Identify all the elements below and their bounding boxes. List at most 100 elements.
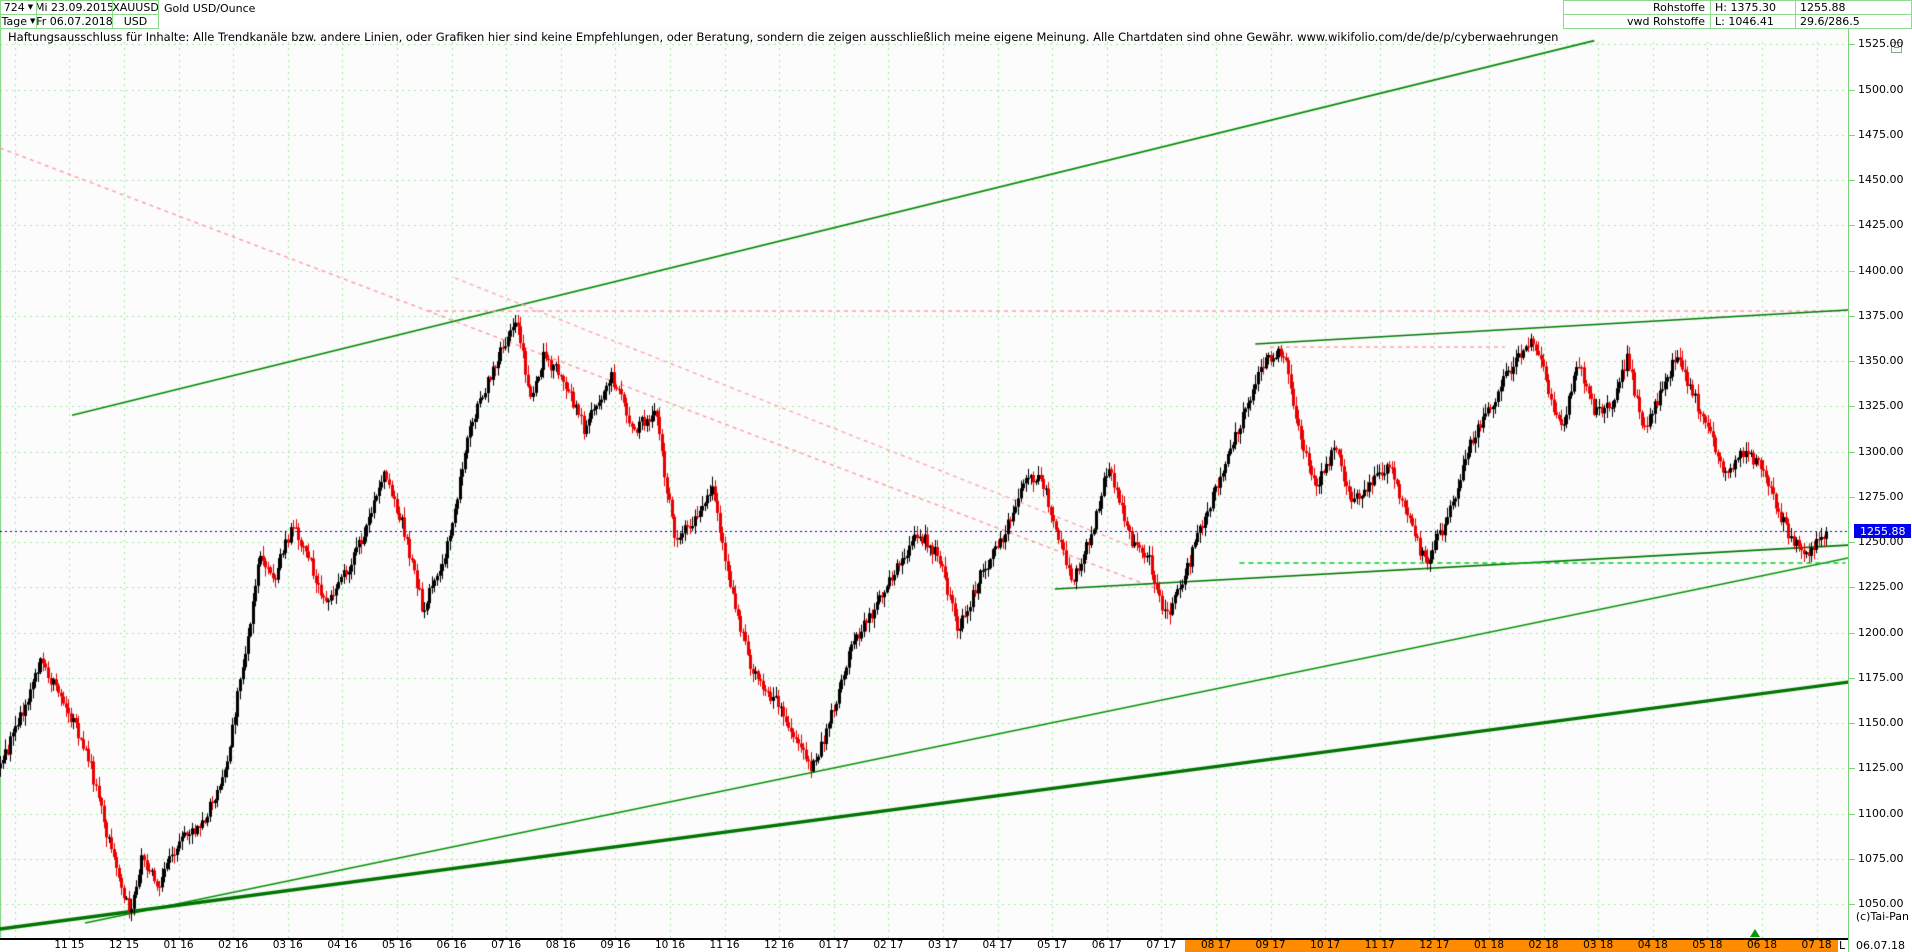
copyright-label: (c)Tai-Pan: [1855, 910, 1909, 923]
time-axis[interactable]: L 06.07.18 11 15 12 15 01 16 02 16 03 16 04 1…: [0, 938, 1912, 952]
y-axis-tick: [1849, 723, 1855, 724]
y-axis-label: 1525.00: [1858, 37, 1904, 51]
x-axis-label: 11 16: [709, 939, 740, 951]
y-axis-tick: [1849, 89, 1855, 91]
y-axis-label: 1125.00: [1858, 761, 1904, 775]
x-axis-label: 08 16: [545, 939, 576, 951]
x-axis-label: 06 17: [1091, 939, 1122, 951]
chart-header: 724 ▼ Mi 23.09.2015 XAUUSD Gold USD/Ounc…: [0, 0, 1912, 29]
y-axis-label: 1350.00: [1858, 354, 1904, 367]
y-axis-tick: [1849, 44, 1855, 46]
x-axis-label: 10 17: [1310, 939, 1341, 951]
range-stat-header: 29.6/286.5: [1795, 14, 1912, 29]
date-to-field[interactable]: Fr 06.07.2018: [36, 14, 113, 29]
x-axis-label: 02 18: [1528, 939, 1559, 951]
x-axis-label: 05 16: [381, 939, 412, 951]
x-axis-label: 11 15: [54, 939, 85, 951]
y-axis-label: 1500.00: [1858, 82, 1904, 96]
x-axis-label: 03 18: [1583, 939, 1614, 951]
candlestick-canvas[interactable]: [0, 28, 1848, 938]
x-axis-label: 10 16: [654, 939, 685, 951]
x-axis-label: 08 17: [1200, 939, 1231, 951]
y-axis-tick: [1849, 180, 1855, 181]
y-axis-label: 1275.00: [1858, 489, 1904, 503]
price-axis[interactable]: − (c)Tai-Pan 1255.88 1525.00 1500.00 1475.…: [1848, 28, 1912, 938]
y-axis-label: 1100.00: [1858, 806, 1904, 820]
y-axis-label: 1450.00: [1858, 173, 1904, 186]
x-axis-label: 04 18: [1637, 939, 1668, 951]
x-axis-label: 12 15: [108, 939, 139, 951]
x-axis-label: 11 17: [1364, 939, 1395, 951]
y-axis-tick: [1849, 768, 1855, 770]
y-axis-label: 1400.00: [1858, 263, 1904, 277]
y-axis-label: 1200.00: [1858, 625, 1904, 639]
x-axis-label: 09 16: [600, 939, 631, 951]
x-axis-label: 06 16: [436, 939, 467, 951]
x-axis-label: 01 18: [1473, 939, 1504, 951]
x-axis-label: 03 17: [927, 939, 958, 951]
y-axis-tick: [1849, 225, 1855, 227]
feed-label: vwd Rohstoffe: [1563, 14, 1711, 29]
y-axis-label: 1175.00: [1858, 670, 1904, 684]
y-axis-tick: [1849, 406, 1855, 408]
x-axis-label: 07 17: [1146, 939, 1177, 951]
chevron-down-icon: ▼: [30, 17, 36, 25]
chevron-down-icon: ▼: [27, 3, 34, 11]
y-axis-tick: [1849, 542, 1855, 543]
y-axis-tick: [1849, 496, 1855, 498]
x-axis-label: 06 18: [1746, 939, 1777, 951]
y-axis-label: 1300.00: [1858, 444, 1904, 458]
x-axis-label: 01 17: [818, 939, 849, 951]
x-axis-label: 07 18: [1801, 939, 1832, 951]
period-high-label: H: 1375.30: [1710, 0, 1796, 15]
x-axis-label: 01 16: [163, 939, 194, 951]
y-axis-label: 1225.00: [1858, 580, 1904, 594]
x-axis-label: 03 16: [272, 939, 303, 951]
y-axis-label: 1475.00: [1858, 127, 1904, 141]
last-session-marker: L: [1839, 939, 1846, 952]
y-axis-label: 1075.00: [1858, 851, 1904, 865]
period-low-label: L: 1046.41: [1710, 14, 1796, 29]
symbol-field[interactable]: XAUUSD: [112, 0, 159, 15]
currency-label: USD: [112, 14, 159, 29]
x-axis-label: 09 17: [1255, 939, 1286, 951]
last-price-tag: 1255.88: [1854, 524, 1911, 539]
x-axis-label: 02 16: [218, 939, 249, 951]
y-axis-tick: [1849, 632, 1855, 634]
y-axis-tick: [1849, 587, 1855, 589]
y-axis-label: 1375.00: [1858, 308, 1904, 322]
x-axis-label: 12 17: [1419, 939, 1450, 951]
session-date-cell: 06.07.18: [1848, 938, 1912, 952]
timeframe-value: Tage: [1, 15, 27, 28]
y-axis-tick: [1849, 858, 1855, 860]
taipan-chart-window: 724 ▼ Mi 23.09.2015 XAUUSD Gold USD/Ounc…: [0, 0, 1912, 952]
group-label: Rohstoffe: [1563, 0, 1711, 15]
session-marker-triangle-icon: [1750, 929, 1760, 937]
disclaimer-text: Haftungsausschluss für Inhalte: Alle Tre…: [8, 30, 1559, 44]
timeframe-dropdown[interactable]: Tage ▼: [0, 14, 37, 29]
y-axis-tick: [1849, 904, 1855, 905]
last-price-header: 1255.88: [1795, 0, 1912, 15]
chart-plot-area[interactable]: Haftungsausschluss für Inhalte: Alle Tre…: [0, 28, 1848, 938]
x-axis-label: 12 16: [764, 939, 795, 951]
instrument-title: Gold USD/Ounce: [160, 0, 400, 16]
bars-count-value: 724: [3, 1, 25, 14]
x-axis-label: 04 16: [327, 939, 358, 951]
y-axis-label: 1325.00: [1858, 399, 1904, 413]
y-axis-tick: [1849, 134, 1855, 136]
bars-count-dropdown[interactable]: 724 ▼: [0, 0, 37, 15]
x-axis-label: 05 18: [1692, 939, 1723, 951]
y-axis-tick: [1849, 677, 1855, 679]
x-axis-label: 04 17: [982, 939, 1013, 951]
x-axis-label: 05 17: [1037, 939, 1068, 951]
y-axis-tick: [1849, 315, 1855, 317]
y-axis-label: 1425.00: [1858, 218, 1904, 232]
y-axis-tick: [1849, 361, 1855, 362]
y-axis-tick: [1849, 270, 1855, 272]
y-axis-tick: [1849, 813, 1855, 815]
y-axis-label: 1050.00: [1858, 897, 1904, 910]
date-from-field[interactable]: Mi 23.09.2015: [36, 0, 113, 15]
x-axis-label: 07 16: [491, 939, 522, 951]
y-axis-tick: [1849, 451, 1855, 453]
x-axis-label: 02 17: [873, 939, 904, 951]
